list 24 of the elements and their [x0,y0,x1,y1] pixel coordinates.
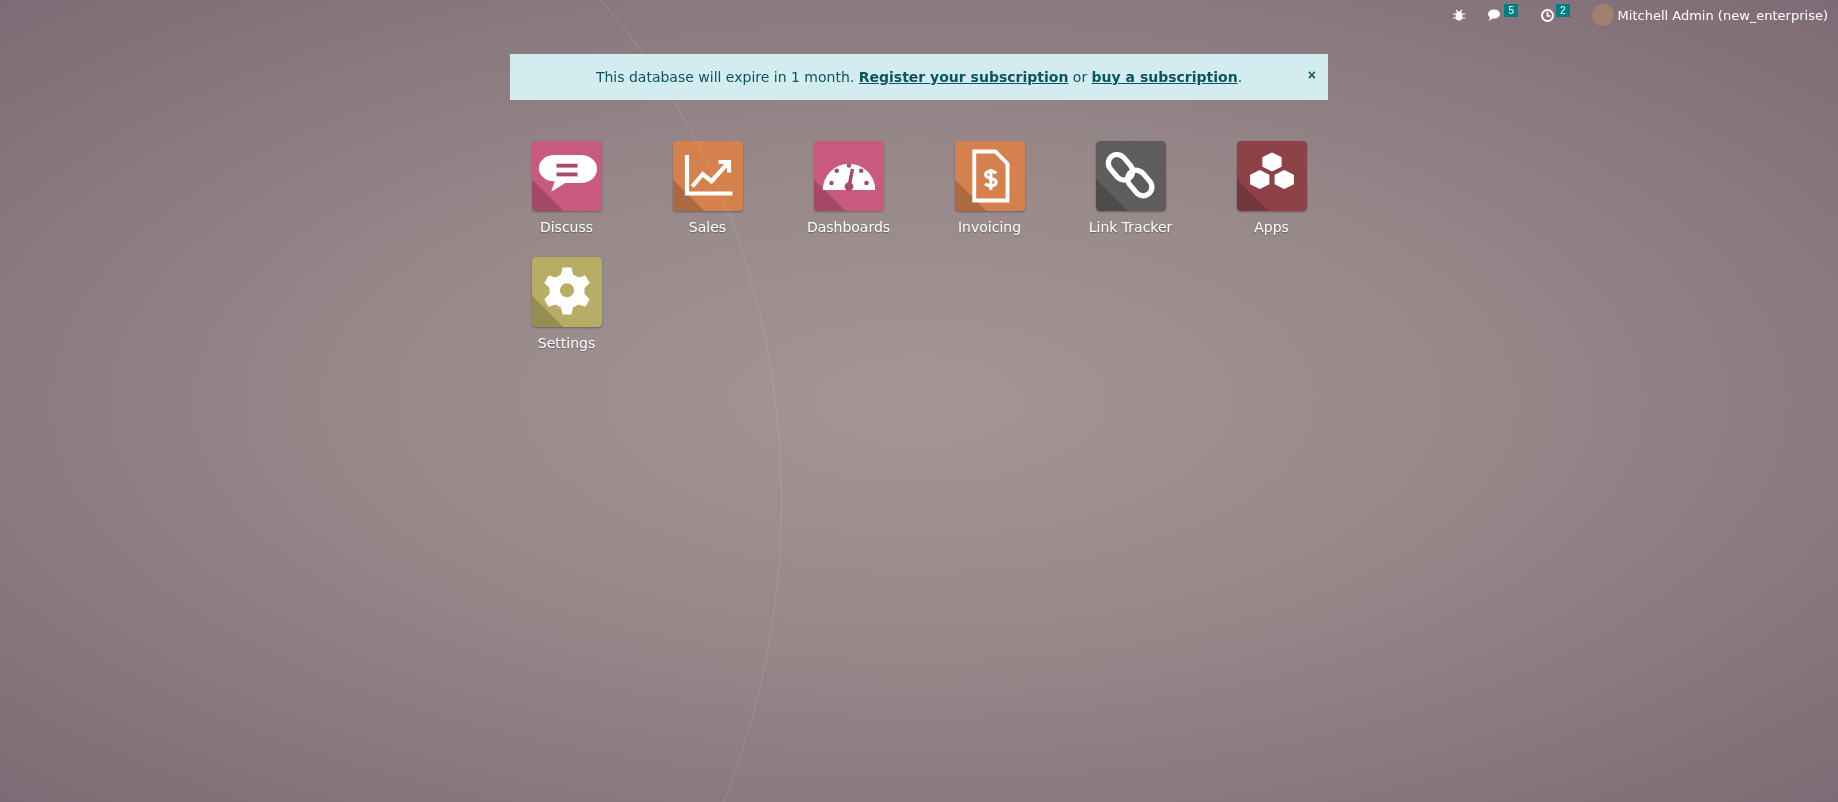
avatar [1591,4,1614,26]
app-tile[interactable]: Settings [496,257,637,351]
user-menu[interactable]: Mitchell Admin (new_enterprise) [1591,4,1828,26]
gauge-icon [822,163,875,191]
clock-icon [1540,7,1556,23]
activities-button[interactable]: 2 [1540,7,1570,23]
expiry-message: This database will expire in 1 month. Register your subscription or buy a subscription. [595,69,1243,85]
app-tile[interactable]: Link Tracker [1060,141,1201,235]
app-tile[interactable]: Dashboards [778,141,919,235]
app-tile[interactable]: Invoicing [919,141,1060,235]
register-link[interactable]: Register your subscription [858,69,1069,85]
gear-icon [543,267,590,315]
cubes-icon [1247,150,1296,191]
message-count: 5 [1504,4,1519,17]
app-tile[interactable]: Apps [1201,141,1342,235]
bug-icon[interactable] [1453,9,1466,21]
close-button[interactable]: × [1305,67,1318,83]
speech-bubble-icon [538,155,597,192]
app-tile[interactable]: Discuss [496,141,637,235]
document-dollar-icon [971,149,1009,203]
buy-link[interactable]: buy a subscription [1091,69,1238,85]
activity-count: 2 [1556,3,1570,17]
line-chart-icon [684,155,732,196]
app-tile[interactable]: Sales [637,141,778,235]
